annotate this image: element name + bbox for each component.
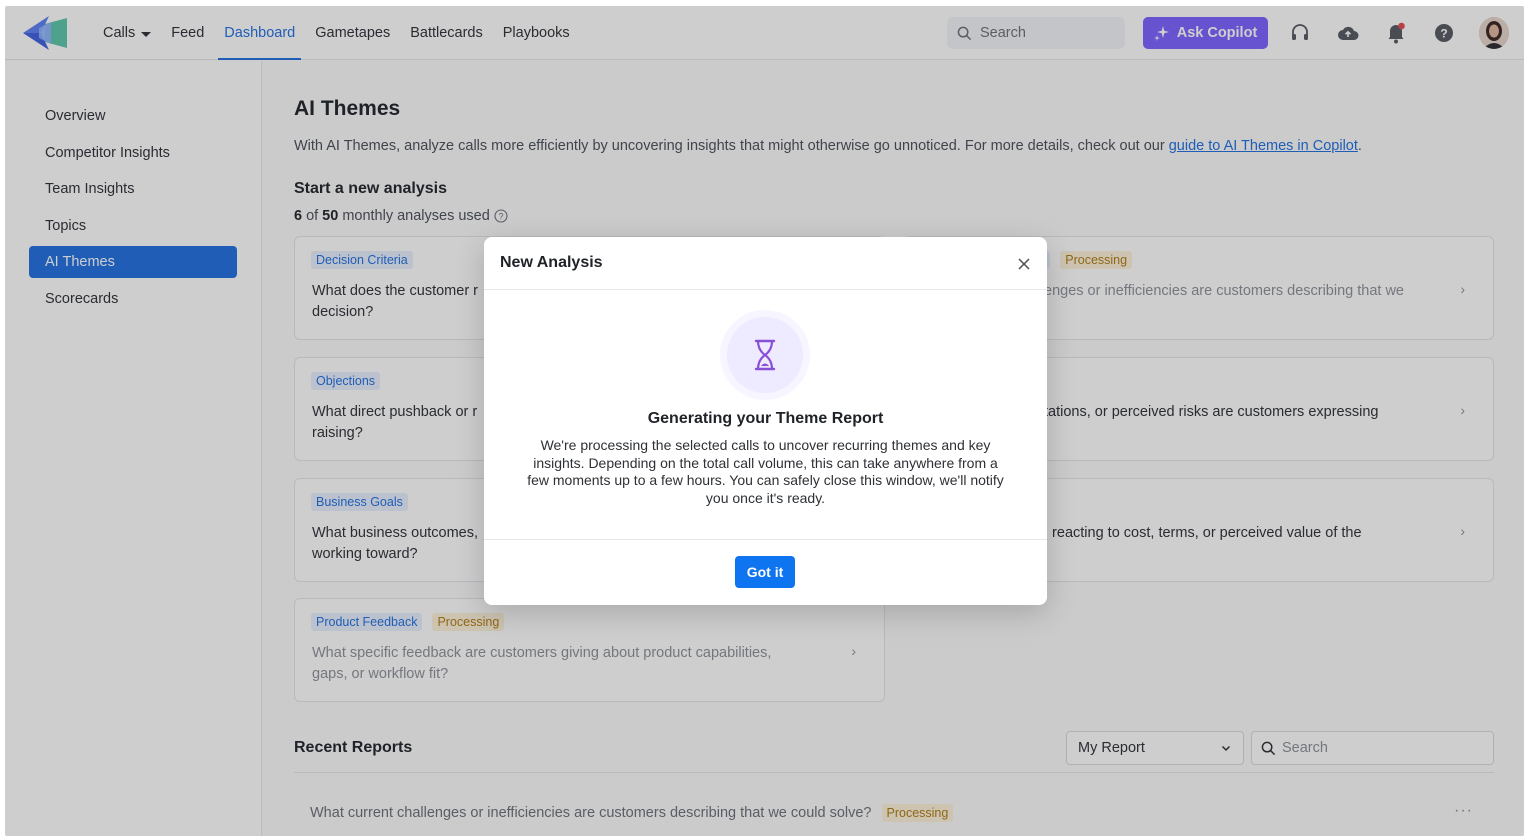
hourglass-badge-inner bbox=[727, 317, 803, 393]
modal-footer-divider bbox=[484, 539, 1047, 540]
modal-title: New Analysis bbox=[500, 254, 603, 271]
new-analysis-modal: New Analysis Generating your Theme Repor… bbox=[484, 237, 1047, 605]
got-it-button[interactable]: Got it bbox=[735, 556, 795, 588]
close-icon[interactable] bbox=[1017, 257, 1031, 271]
modal-body-text: We're processing the selected calls to u… bbox=[527, 437, 1004, 506]
hourglass-badge bbox=[720, 310, 810, 400]
modal-header: New Analysis bbox=[484, 237, 1047, 290]
hourglass-icon bbox=[754, 339, 776, 371]
app-window: Calls Feed Dashboard Gametapes Battlecar… bbox=[5, 6, 1524, 836]
modal-heading: Generating your Theme Report bbox=[647, 410, 884, 427]
